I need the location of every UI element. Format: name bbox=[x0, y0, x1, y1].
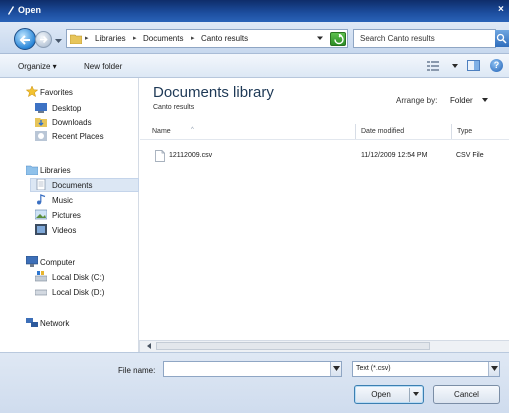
chevron-down-icon bbox=[413, 392, 419, 396]
library-title: Documents library bbox=[153, 84, 274, 101]
close-icon[interactable]: × bbox=[498, 4, 509, 18]
nav-item-local-disk-c[interactable]: Local Disk (C:) bbox=[52, 273, 104, 282]
refresh-icon bbox=[334, 34, 344, 45]
nav-item-documents[interactable]: Documents bbox=[52, 181, 92, 190]
recent-locations-chevron-icon[interactable] bbox=[54, 36, 63, 45]
scrollbar-thumb[interactable] bbox=[156, 342, 430, 350]
column-type-label: Type bbox=[457, 128, 473, 135]
libraries-icon bbox=[26, 165, 38, 175]
nav-item-network[interactable]: Network bbox=[40, 319, 69, 328]
address-dropdown-icon[interactable] bbox=[316, 34, 324, 42]
column-date-label: Date modified bbox=[361, 128, 405, 135]
header-divider bbox=[140, 139, 509, 140]
help-icon[interactable]: ? bbox=[490, 59, 503, 72]
preview-pane-icon[interactable] bbox=[467, 60, 480, 71]
nav-item-pictures[interactable]: Pictures bbox=[52, 211, 81, 220]
cancel-button[interactable]: Cancel bbox=[433, 385, 500, 404]
breadcrumb-libraries[interactable]: Libraries bbox=[95, 34, 126, 43]
column-header-type[interactable]: Type bbox=[452, 124, 509, 139]
nav-item-local-disk-d[interactable]: Local Disk (D:) bbox=[52, 288, 104, 297]
folder-icon bbox=[70, 34, 82, 44]
nav-item-favorites[interactable]: Favorites bbox=[40, 88, 73, 97]
column-name-label: Name bbox=[152, 128, 171, 135]
nav-item-music[interactable]: Music bbox=[52, 196, 73, 205]
arrange-by-label: Arrange by: bbox=[396, 96, 438, 105]
music-icon bbox=[37, 194, 46, 205]
arrange-by-chevron-icon[interactable] bbox=[482, 98, 488, 103]
recent-places-icon bbox=[35, 131, 47, 141]
nav-item-downloads[interactable]: Downloads bbox=[52, 118, 92, 127]
scroll-left-icon[interactable] bbox=[145, 342, 153, 350]
file-type-value: Text (*.csv) bbox=[356, 365, 391, 372]
forward-arrow-icon bbox=[40, 35, 48, 44]
nav-item-libraries[interactable]: Libraries bbox=[40, 166, 71, 175]
back-arrow-icon bbox=[19, 35, 30, 45]
refresh-button[interactable] bbox=[330, 32, 346, 46]
favorites-star-icon bbox=[26, 86, 38, 97]
view-options-chevron-icon[interactable] bbox=[452, 64, 458, 69]
file-type-dropdown[interactable] bbox=[488, 362, 499, 376]
nav-item-videos[interactable]: Videos bbox=[52, 226, 76, 235]
file-icon bbox=[155, 150, 165, 162]
pictures-icon bbox=[35, 209, 47, 220]
file-name-dropdown[interactable] bbox=[330, 362, 341, 376]
library-subtitle: Canto results bbox=[153, 104, 195, 111]
breadcrumb-documents[interactable]: Documents bbox=[143, 34, 183, 43]
back-button[interactable] bbox=[14, 28, 36, 50]
arrange-by-dropdown[interactable]: Folder bbox=[450, 96, 473, 105]
documents-icon bbox=[36, 179, 46, 190]
forward-button[interactable] bbox=[35, 31, 52, 48]
sort-indicator-icon: ^ bbox=[191, 127, 194, 133]
file-list-pane bbox=[140, 78, 509, 352]
videos-icon bbox=[35, 224, 47, 235]
column-header-name[interactable]: Name bbox=[147, 124, 356, 139]
nav-item-recent-places[interactable]: Recent Places bbox=[52, 132, 104, 141]
file-date-cell: 11/12/2009 12:54 PM bbox=[361, 152, 428, 159]
file-type-cell: CSV File bbox=[456, 152, 484, 159]
window-title: Open bbox=[18, 5, 42, 15]
title-bar bbox=[0, 0, 509, 22]
local-disk-d-icon bbox=[35, 289, 47, 296]
file-name-label: File name: bbox=[118, 366, 156, 375]
breadcrumb-separator: ▸ bbox=[133, 35, 137, 42]
column-header-date[interactable]: Date modified bbox=[356, 124, 452, 139]
chevron-down-icon bbox=[333, 366, 340, 371]
change-view-icon[interactable] bbox=[427, 60, 439, 71]
file-name-cell[interactable]: 12112009.csv bbox=[169, 152, 212, 159]
cancel-button-label: Cancel bbox=[454, 390, 479, 399]
network-icon bbox=[26, 318, 38, 327]
open-button-label: Open bbox=[371, 390, 391, 399]
breadcrumb-canto-results[interactable]: Canto results bbox=[201, 34, 248, 43]
breadcrumb-separator: ▸ bbox=[191, 35, 195, 42]
file-name-input[interactable] bbox=[163, 361, 342, 377]
address-box[interactable]: ▸ Libraries ▸ Documents ▸ Canto results bbox=[66, 29, 348, 48]
breadcrumb-separator: ▸ bbox=[85, 35, 89, 42]
computer-icon bbox=[26, 256, 38, 267]
open-button[interactable]: Open bbox=[354, 385, 424, 404]
open-options-dropdown[interactable] bbox=[409, 388, 422, 402]
nav-item-computer[interactable]: Computer bbox=[40, 258, 75, 267]
local-disk-c-icon bbox=[35, 271, 47, 282]
downloads-icon bbox=[35, 118, 47, 127]
new-folder-button[interactable]: New folder bbox=[84, 62, 122, 71]
desktop-icon bbox=[35, 103, 47, 113]
search-placeholder: Search Canto results bbox=[360, 34, 435, 43]
open-window-icon bbox=[8, 6, 14, 15]
search-input[interactable]: Search Canto results bbox=[353, 29, 496, 48]
search-icon[interactable] bbox=[495, 30, 509, 47]
chevron-down-icon bbox=[491, 366, 498, 371]
nav-item-desktop[interactable]: Desktop bbox=[52, 104, 81, 113]
organize-button[interactable]: Organize ▾ bbox=[18, 62, 57, 71]
